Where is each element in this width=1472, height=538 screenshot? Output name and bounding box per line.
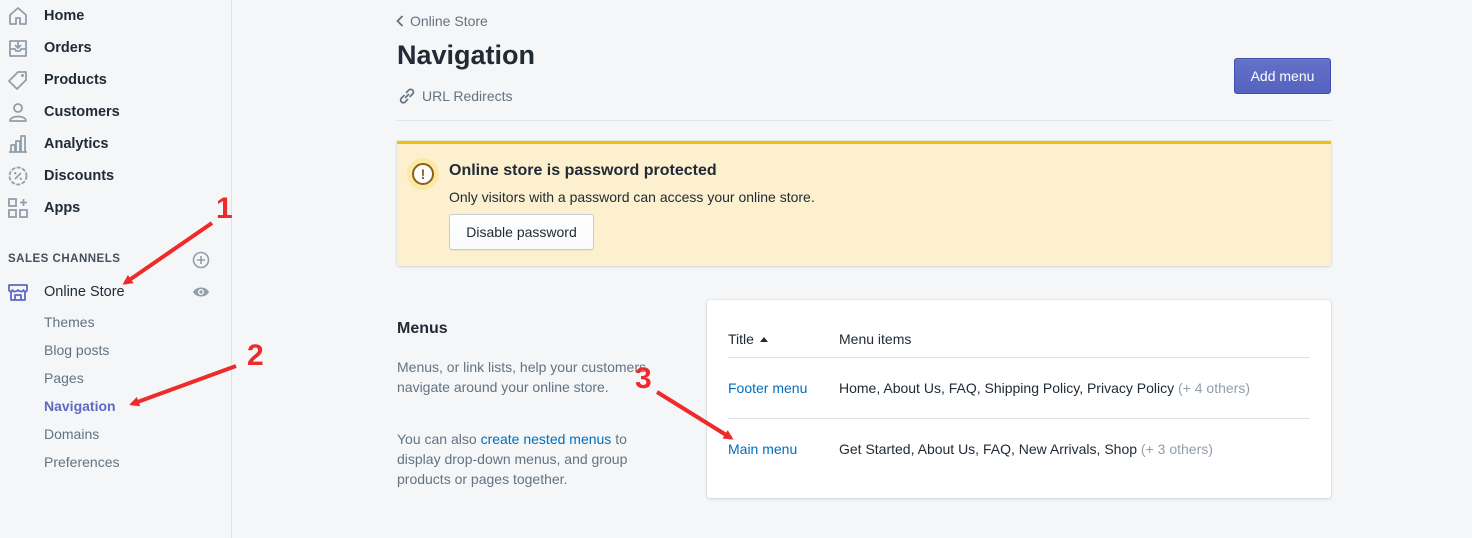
url-redirects-label: URL Redirects bbox=[422, 88, 513, 104]
sales-channels-heading: SALES CHANNELS bbox=[8, 253, 121, 265]
column-header-menu-items: Menu items bbox=[839, 331, 912, 347]
footer-menu-link[interactable]: Footer menu bbox=[728, 380, 807, 396]
others-count: (+ 4 others) bbox=[1178, 380, 1250, 396]
add-channel-icon[interactable] bbox=[192, 251, 210, 269]
discount-icon bbox=[8, 166, 28, 186]
column-header-title[interactable]: Title bbox=[728, 331, 768, 347]
tag-icon bbox=[8, 71, 27, 90]
sidebar-item-label: Customers bbox=[44, 104, 120, 120]
annotation-number-2: 2 bbox=[247, 339, 264, 372]
row-divider bbox=[728, 357, 1310, 358]
desc-text: You can also bbox=[397, 431, 481, 447]
bar-chart-icon bbox=[9, 135, 27, 153]
menu-items-text: Home, About Us, FAQ, Shipping Policy, Pr… bbox=[839, 380, 1175, 396]
menus-description-nested: You can also create nested menus to disp… bbox=[397, 429, 647, 489]
page-title: Navigation bbox=[397, 40, 536, 70]
sidebar-item-label: Apps bbox=[44, 200, 81, 216]
store-icon bbox=[8, 284, 28, 301]
sidebar-item-analytics[interactable]: Analytics bbox=[0, 130, 231, 158]
home-icon bbox=[9, 7, 27, 25]
link-icon bbox=[399, 88, 415, 104]
password-protected-banner: ! Online store is password protected Onl… bbox=[397, 141, 1331, 266]
sidebar-item-label: Orders bbox=[44, 40, 92, 56]
menus-table-card: Title Menu items Footer menu Home, About… bbox=[707, 300, 1331, 498]
sidebar-item-orders[interactable]: Orders bbox=[0, 34, 231, 62]
main-menu-link[interactable]: Main menu bbox=[728, 441, 797, 457]
annotation-number-3: 3 bbox=[635, 362, 652, 395]
sidebar-subitem-themes[interactable]: Themes bbox=[44, 314, 95, 330]
sidebar-subitem-navigation[interactable]: Navigation bbox=[44, 398, 116, 414]
chevron-left-icon bbox=[396, 15, 404, 27]
table-row-items: Home, About Us, FAQ, Shipping Policy, Pr… bbox=[839, 380, 1250, 396]
sidebar-subitem-pages[interactable]: Pages bbox=[44, 370, 84, 386]
banner-text: Only visitors with a password can access… bbox=[449, 189, 815, 205]
warning-icon: ! bbox=[407, 158, 439, 190]
breadcrumb[interactable]: Online Store bbox=[396, 13, 488, 29]
annotation-number-1: 1 bbox=[216, 192, 233, 225]
others-count: (+ 3 others) bbox=[1140, 441, 1213, 457]
menus-description: Menus, or link lists, help your customer… bbox=[397, 359, 646, 395]
banner-title: Online store is password protected bbox=[449, 162, 717, 179]
sidebar-item-apps[interactable]: Apps bbox=[0, 194, 231, 222]
sidebar-item-customers[interactable]: Customers bbox=[0, 98, 231, 126]
menu-items-text: Get Started, About Us, FAQ, New Arrivals… bbox=[839, 441, 1138, 457]
sidebar-item-label: Analytics bbox=[44, 136, 109, 152]
eye-icon[interactable] bbox=[192, 284, 210, 300]
header-divider bbox=[397, 120, 1331, 121]
breadcrumb-label: Online Store bbox=[410, 13, 488, 29]
column-title-label: Title bbox=[728, 331, 754, 347]
sidebar-subitem-preferences[interactable]: Preferences bbox=[44, 454, 119, 470]
person-icon bbox=[9, 103, 27, 122]
apps-icon bbox=[8, 198, 28, 218]
menus-heading: Menus bbox=[397, 320, 448, 337]
url-redirects-link[interactable]: URL Redirects bbox=[398, 87, 513, 105]
table-row-items: Get Started, About Us, FAQ, New Arrivals… bbox=[839, 441, 1213, 457]
sidebar-item-label: Products bbox=[44, 72, 107, 88]
orders-icon bbox=[9, 40, 27, 57]
add-menu-button[interactable]: Add menu bbox=[1234, 58, 1331, 94]
row-divider bbox=[728, 418, 1310, 419]
sidebar-subitem-domains[interactable]: Domains bbox=[44, 426, 99, 442]
sidebar-item-home[interactable]: Home bbox=[0, 2, 231, 30]
sidebar-item-discounts[interactable]: Discounts bbox=[0, 162, 231, 190]
sidebar-item-label: Online Store bbox=[44, 284, 125, 300]
sidebar: Home Orders Products Customers Analytics… bbox=[0, 0, 232, 538]
sidebar-item-label: Discounts bbox=[44, 168, 115, 184]
sidebar-subitem-blog-posts[interactable]: Blog posts bbox=[44, 342, 109, 358]
sidebar-item-label: Home bbox=[44, 8, 85, 24]
sort-ascending-icon bbox=[759, 337, 768, 342]
disable-password-button[interactable]: Disable password bbox=[449, 214, 594, 250]
sidebar-item-products[interactable]: Products bbox=[0, 66, 231, 94]
create-nested-menus-link[interactable]: create nested menus bbox=[481, 431, 612, 447]
